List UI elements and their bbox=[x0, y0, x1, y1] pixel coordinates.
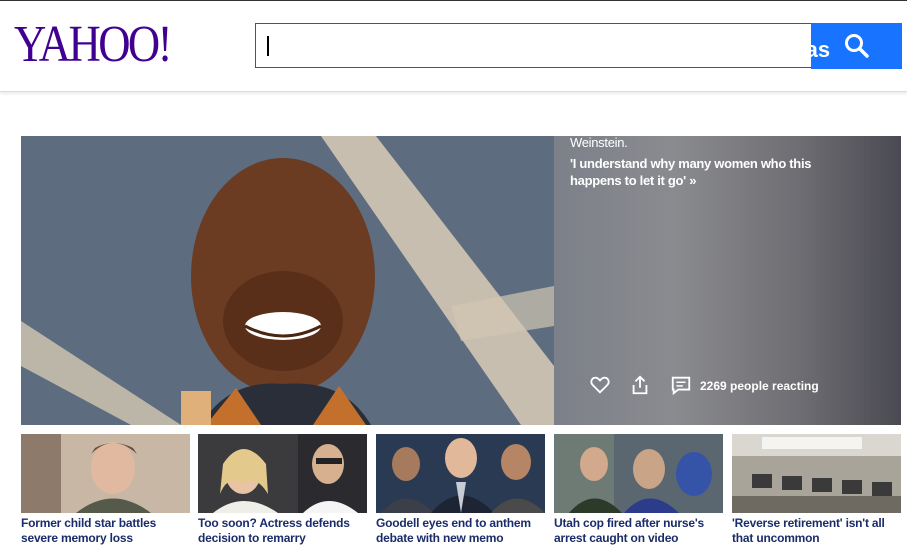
story-thumbnail[interactable] bbox=[21, 434, 190, 513]
story-card[interactable]: Too soon? Actress defends decision to re… bbox=[198, 434, 367, 546]
hero-image[interactable] bbox=[21, 136, 554, 425]
story-caption[interactable]: Utah cop fired after nurse's arrest caug… bbox=[554, 516, 723, 546]
story-thumbnail[interactable] bbox=[376, 434, 545, 513]
story-card[interactable]: 'Reverse retirement' isn't all that unco… bbox=[732, 434, 901, 546]
story-thumbnail[interactable] bbox=[732, 434, 901, 513]
story-caption[interactable]: Goodell eyes end to anthem debate with n… bbox=[376, 516, 545, 546]
comment-icon[interactable] bbox=[669, 374, 693, 396]
story-caption[interactable]: Former child star battles severe memory … bbox=[21, 516, 190, 546]
story-thumbnail[interactable] bbox=[554, 434, 723, 513]
story-caption[interactable]: Too soon? Actress defends decision to re… bbox=[198, 516, 367, 546]
hero-quote-link[interactable]: 'I understand why many women who this ha… bbox=[570, 155, 860, 189]
hero-description: Terry Crews shared his own experience wi… bbox=[570, 101, 851, 150]
share-icon[interactable] bbox=[629, 374, 651, 396]
story-card[interactable]: Goodell eyes end to anthem debate with n… bbox=[376, 434, 545, 546]
yahoo-logo[interactable]: YAHOO! bbox=[14, 15, 173, 75]
story-card[interactable]: Utah cop fired after nurse's arrest caug… bbox=[554, 434, 723, 546]
reaction-count[interactable]: 2269 people reacting bbox=[700, 379, 819, 393]
hero-title[interactable]: Terry Crews says he was sexually assault… bbox=[570, 36, 870, 90]
story-caption[interactable]: 'Reverse retirement' isn't all that unco… bbox=[732, 516, 901, 546]
text-cursor bbox=[267, 36, 269, 56]
heart-icon[interactable] bbox=[589, 374, 611, 396]
story-card[interactable]: Former child star battles severe memory … bbox=[21, 434, 190, 546]
story-thumbnail[interactable] bbox=[198, 434, 367, 513]
